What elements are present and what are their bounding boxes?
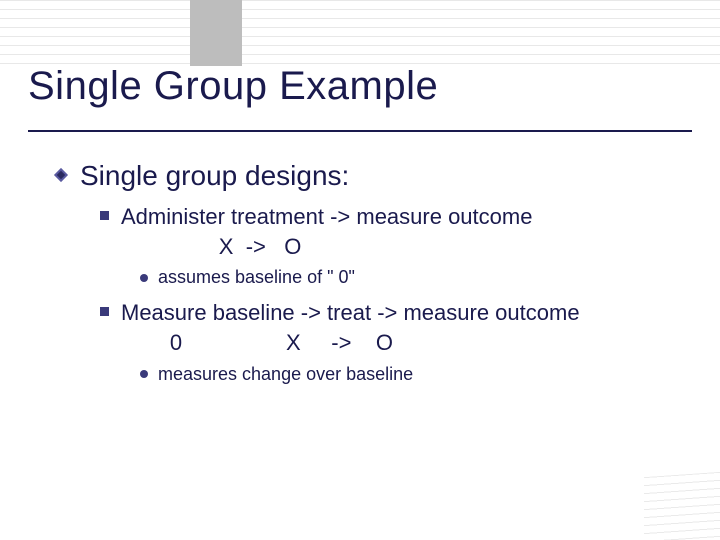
bullet-text: measures change over baseline xyxy=(158,364,413,385)
bullet-text: Administer treatment -> measure outcome … xyxy=(121,202,532,261)
header-ruling xyxy=(0,0,720,66)
dot-icon xyxy=(140,274,148,282)
line-1: Measure baseline -> treat -> measure out… xyxy=(121,300,580,325)
line-2: X -> O xyxy=(121,232,532,262)
title-underline xyxy=(28,130,692,132)
bullet-level2: Measure baseline -> treat -> measure out… xyxy=(100,298,676,357)
diamond-icon xyxy=(52,166,70,189)
corner-ruling xyxy=(640,470,720,540)
bullet-level3: measures change over baseline xyxy=(140,364,676,385)
bullet-level2: Administer treatment -> measure outcome … xyxy=(100,202,676,261)
slide-body: Single group designs: Administer treatme… xyxy=(52,160,676,393)
dot-icon xyxy=(140,370,148,378)
bullet-level1: Single group designs: xyxy=(52,160,676,192)
line-2: 0 X -> O xyxy=(121,328,580,358)
slide-title: Single Group Example xyxy=(28,64,438,109)
bullet-level3: assumes baseline of " 0" xyxy=(140,267,676,288)
line-1: Administer treatment -> measure outcome xyxy=(121,204,532,229)
bullet-text: Measure baseline -> treat -> measure out… xyxy=(121,298,580,357)
bullet-text: assumes baseline of " 0" xyxy=(158,267,355,288)
square-icon xyxy=(100,211,109,220)
header-shadow xyxy=(190,0,242,66)
bullet-text: Single group designs: xyxy=(80,160,349,192)
slide: Single Group Example Single group design… xyxy=(0,0,720,540)
square-icon xyxy=(100,307,109,316)
